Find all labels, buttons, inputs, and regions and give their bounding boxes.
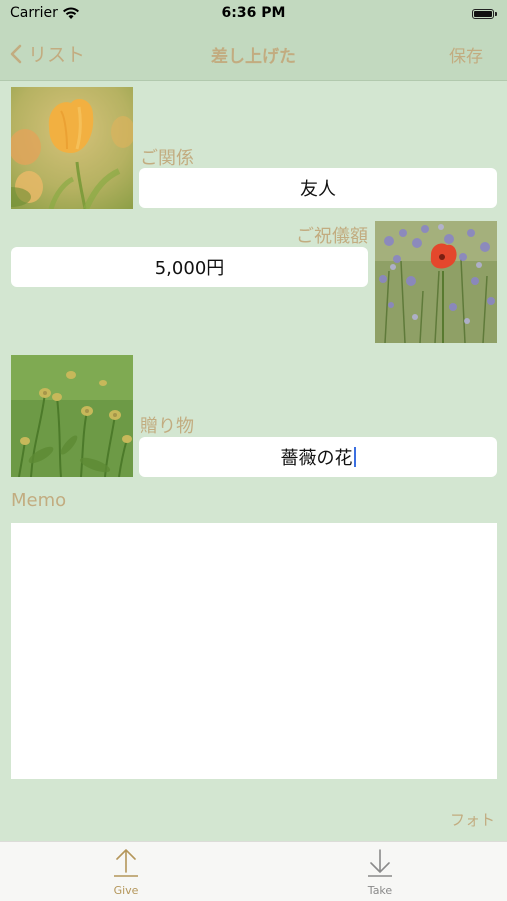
tab-take-label: Take: [367, 884, 393, 897]
battery-tip: [495, 12, 497, 16]
relation-field[interactable]: 友人: [139, 168, 497, 208]
tab-bar: Give Take: [0, 841, 507, 901]
amount-label: ご祝儀額: [296, 226, 368, 247]
memo-label: Memo: [11, 490, 67, 511]
tab-take[interactable]: Take: [340, 848, 420, 897]
gift-field[interactable]: 薔薇の花: [139, 437, 497, 477]
relation-photo[interactable]: [11, 87, 133, 209]
amount-photo[interactable]: [375, 221, 497, 343]
tab-give-label: Give: [113, 884, 139, 897]
gift-label: 贈り物: [140, 416, 194, 437]
memo-textarea[interactable]: [11, 523, 497, 779]
tab-give[interactable]: Give: [86, 848, 166, 897]
battery-icon: [472, 9, 494, 19]
arrow-down-icon: [368, 849, 392, 877]
relation-label: ご関係: [140, 148, 194, 169]
photo-link[interactable]: フォト: [450, 809, 495, 830]
amount-field[interactable]: 5,000円: [11, 247, 368, 287]
status-bar: Carrier 6:36 PM: [0, 0, 507, 28]
page-title: 差し上げた: [211, 47, 296, 67]
gift-value: 薔薇の花: [280, 448, 353, 469]
arrow-up-icon: [114, 849, 138, 877]
status-time: 6:36 PM: [221, 5, 286, 21]
navigation-bar: リスト 差し上げた 保存: [0, 28, 507, 81]
save-button[interactable]: 保存: [449, 42, 483, 67]
gift-photo[interactable]: [11, 355, 133, 477]
text-cursor: [353, 447, 356, 467]
